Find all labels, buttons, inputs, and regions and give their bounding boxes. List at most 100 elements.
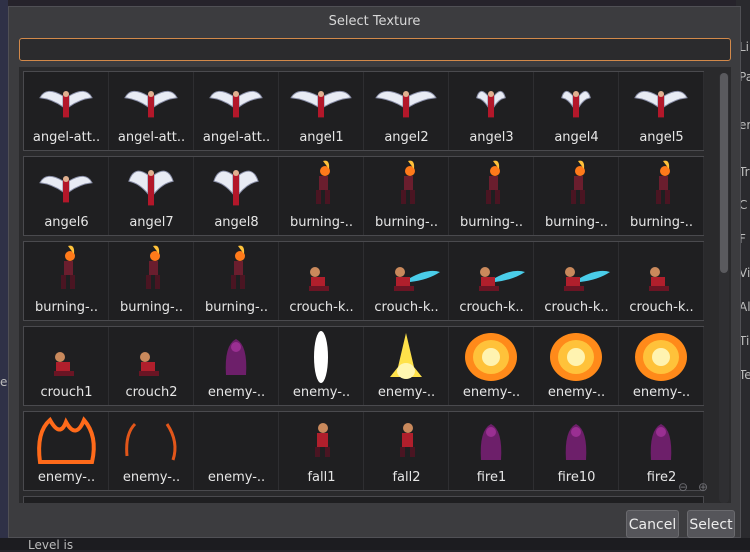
texture-thumbnail	[146, 245, 160, 289]
texture-label: crouch-k..	[629, 300, 694, 315]
texture-item[interactable]: enemy-..	[109, 412, 194, 490]
texture-item[interactable]: angel-att..	[194, 72, 279, 150]
texture-item[interactable]: crouch-k..	[364, 242, 449, 320]
texture-item[interactable]: fall2	[364, 412, 449, 490]
zoom-in-icon[interactable]: ⊕	[698, 480, 708, 494]
texture-item[interactable]: enemy-..	[534, 327, 619, 405]
texture-label: enemy-..	[37, 470, 96, 485]
texture-thumbnail	[565, 424, 587, 460]
texture-row: enemy-.. enemy-.. enemy-.. fall1 fall2 fi…	[23, 411, 704, 491]
zoom-out-icon[interactable]: ⊖	[678, 480, 688, 494]
select-button[interactable]: Select	[687, 510, 735, 538]
texture-item[interactable]: angel8	[194, 157, 279, 235]
texture-item[interactable]: fire2	[619, 412, 704, 490]
texture-item[interactable]: angel6	[24, 157, 109, 235]
texture-label: crouch-k..	[544, 300, 609, 315]
texture-thumbnail	[479, 267, 525, 291]
texture-thumbnail	[390, 333, 422, 379]
texture-item[interactable]: enemy-..	[364, 327, 449, 405]
texture-thumbnail	[634, 90, 688, 118]
texture-label: burning-..	[375, 215, 438, 230]
texture-thumbnail	[635, 333, 687, 381]
dialog-title: Select Texture	[328, 14, 421, 29]
texture-label: crouch-k..	[289, 300, 354, 315]
texture-thumbnail	[656, 160, 670, 204]
texture-label: burning-..	[290, 215, 353, 230]
texture-label: enemy-..	[462, 385, 521, 400]
texture-thumbnail	[315, 423, 330, 457]
texture-item[interactable]: burning-..	[619, 157, 704, 235]
texture-item[interactable]: crouch1	[24, 327, 109, 405]
texture-item[interactable]: angel7	[109, 157, 194, 235]
texture-thumbnail	[465, 333, 517, 381]
texture-search-input[interactable]	[19, 38, 731, 61]
texture-item[interactable]: crouch-k..	[534, 242, 619, 320]
texture-item[interactable]: burning-..	[534, 157, 619, 235]
texture-thumbnail	[480, 424, 502, 460]
texture-item[interactable]: angel4	[534, 72, 619, 150]
texture-item[interactable]: crouch-k..	[619, 242, 704, 320]
texture-row-partial	[23, 496, 704, 503]
texture-label: enemy-..	[207, 470, 266, 485]
texture-item[interactable]: crouch-k..	[449, 242, 534, 320]
scrollbar-thumb[interactable]	[720, 73, 728, 273]
texture-thumbnail	[39, 175, 93, 203]
texture-item[interactable]: enemy-..	[449, 327, 534, 405]
texture-thumbnail	[400, 423, 415, 457]
texture-label: fire1	[476, 470, 507, 485]
texture-item[interactable]: angel3	[449, 72, 534, 150]
texture-item[interactable]: angel1	[279, 72, 364, 150]
texture-thumbnail	[564, 267, 610, 291]
texture-label: angel8	[214, 215, 259, 230]
texture-thumbnail	[476, 90, 506, 118]
texture-thumbnail	[394, 267, 440, 291]
texture-label: fall1	[307, 470, 336, 485]
texture-item[interactable]: burning-..	[24, 242, 109, 320]
texture-thumbnail	[139, 352, 159, 376]
texture-thumbnail	[128, 170, 174, 206]
texture-item[interactable]: burning-..	[109, 242, 194, 320]
texture-item[interactable]: enemy-..	[279, 327, 364, 405]
texture-thumbnail	[571, 160, 585, 204]
texture-label: enemy-..	[292, 385, 351, 400]
texture-item[interactable]: angel-att..	[24, 72, 109, 150]
cancel-button[interactable]: Cancel	[626, 510, 679, 538]
texture-label: angel4	[554, 130, 599, 145]
texture-item[interactable]: fire1	[449, 412, 534, 490]
texture-item[interactable]: burning-..	[279, 157, 364, 235]
texture-item[interactable]: burning-..	[449, 157, 534, 235]
texture-thumbnail	[401, 160, 415, 204]
texture-thumbnail	[213, 170, 259, 206]
texture-label: crouch-k..	[374, 300, 439, 315]
texture-item[interactable]: enemy-..	[24, 412, 109, 490]
texture-row: crouch1 crouch2 enemy-.. enemy-.. enemy-.…	[23, 326, 704, 406]
texture-thumbnail	[209, 90, 263, 118]
texture-item[interactable]: enemy-..	[619, 327, 704, 405]
texture-thumbnail	[194, 412, 279, 470]
texture-label: angel5	[639, 130, 684, 145]
texture-item[interactable]: angel5	[619, 72, 704, 150]
texture-thumbnail	[37, 416, 96, 464]
texture-row: angel-att.. angel-att.. angel-att.. ange…	[23, 71, 704, 151]
texture-thumbnail	[550, 333, 602, 381]
texture-item[interactable]: enemy-..	[194, 327, 279, 405]
texture-thumbnail	[231, 245, 245, 289]
texture-item[interactable]: angel2	[364, 72, 449, 150]
editor-backdrop-left	[0, 0, 8, 550]
texture-label: burning-..	[205, 300, 268, 315]
texture-row: angel6 angel7 angel8 burning-.. burning-…	[23, 156, 704, 236]
texture-item[interactable]: crouch-k..	[279, 242, 364, 320]
texture-item[interactable]: fire10	[534, 412, 619, 490]
texture-thumbnail	[561, 90, 591, 118]
texture-item[interactable]: fall1	[279, 412, 364, 490]
texture-item[interactable]: burning-..	[194, 242, 279, 320]
vertical-scrollbar[interactable]	[719, 73, 729, 503]
texture-label: angel3	[469, 130, 514, 145]
texture-item[interactable]: crouch2	[109, 327, 194, 405]
texture-item[interactable]: angel-att..	[109, 72, 194, 150]
texture-label: angel2	[384, 130, 429, 145]
texture-label: fire2	[646, 470, 677, 485]
texture-item[interactable]: burning-..	[364, 157, 449, 235]
texture-item[interactable]: enemy-..	[194, 412, 279, 490]
texture-grid[interactable]: angel-att.. angel-att.. angel-att.. ange…	[19, 67, 731, 503]
